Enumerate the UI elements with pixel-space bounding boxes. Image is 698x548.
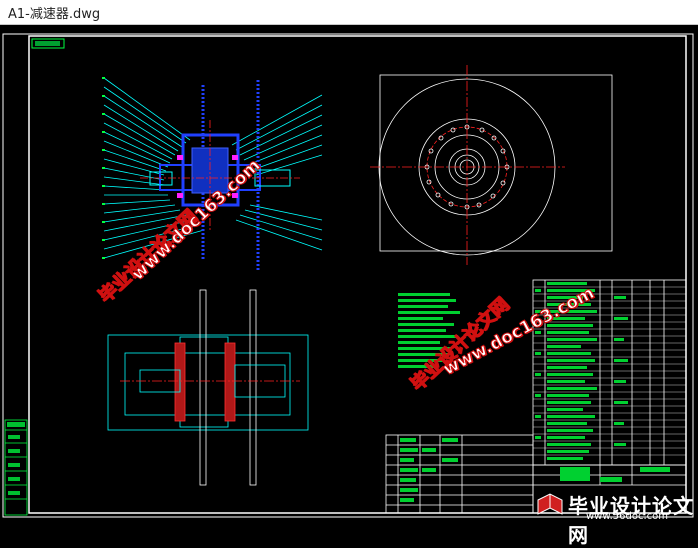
top-plate-right xyxy=(249,289,257,486)
window-title: A1-减速器.dwg xyxy=(8,7,101,22)
left-side-table-text xyxy=(7,422,25,495)
top-view-inner xyxy=(124,352,291,416)
drawing-number-text xyxy=(35,41,60,46)
drawing-canvas[interactable]: 毕业设计论文网 www.doc163.com 毕业设计论文网 www.doc16… xyxy=(0,25,698,523)
top-plate-left xyxy=(199,289,207,486)
left-side-table xyxy=(4,419,28,516)
book-icon xyxy=(537,493,563,515)
side-view-box xyxy=(379,74,613,252)
title-bar: A1-减速器.dwg xyxy=(0,0,698,25)
side-view xyxy=(370,65,613,265)
brand-logo: 毕业设计论文网 www.56doc.com xyxy=(536,490,696,547)
flange-bolts-right xyxy=(224,342,236,422)
cad-drawing xyxy=(2,33,694,518)
brand-url: www.56doc.com xyxy=(586,511,669,522)
leader-ticks xyxy=(102,77,105,259)
top-body-outline xyxy=(179,336,229,428)
top-view xyxy=(107,289,309,486)
top-view-box xyxy=(107,334,309,431)
section-view xyxy=(102,77,323,270)
